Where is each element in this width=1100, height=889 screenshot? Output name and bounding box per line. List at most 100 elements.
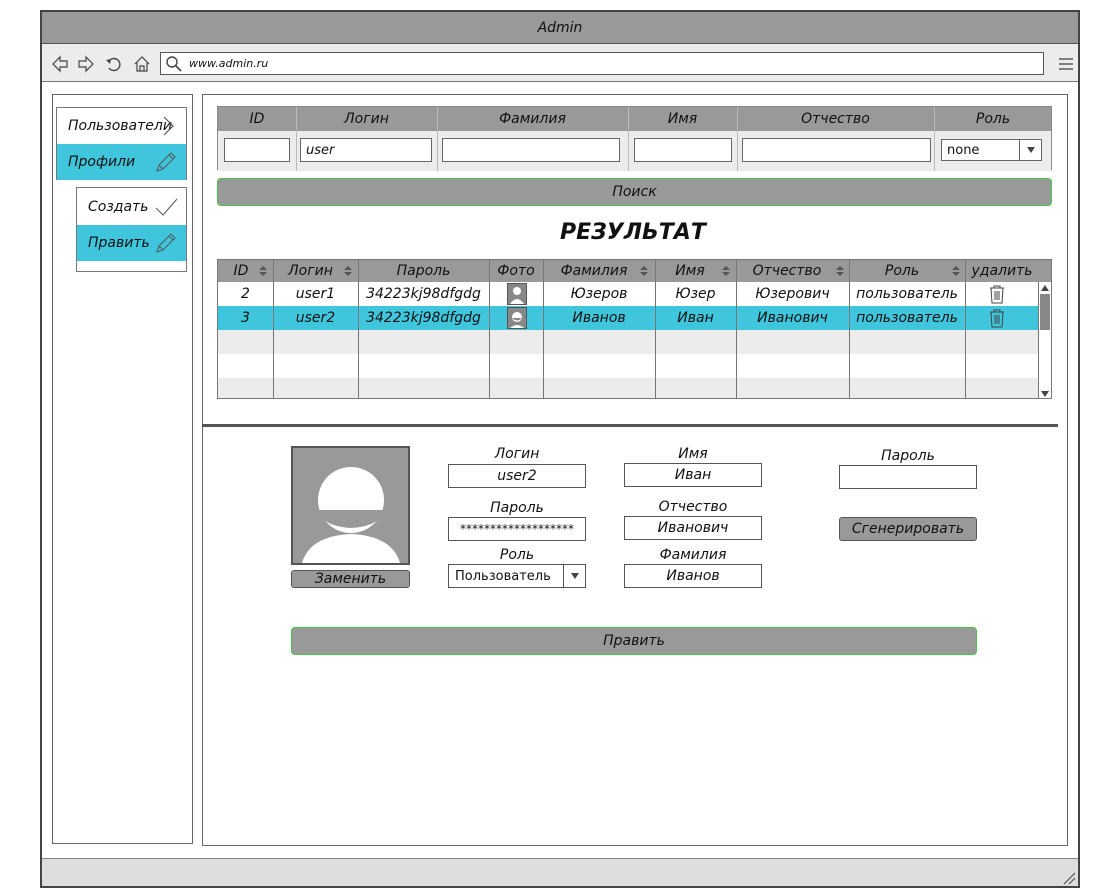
search-button[interactable]: Поиск — [217, 178, 1052, 206]
submenu-item-label: Создать — [88, 199, 149, 215]
sort-icon[interactable] — [343, 265, 353, 277]
patronymic-field[interactable]: Иванович — [624, 516, 762, 540]
chevron-right-icon — [156, 114, 180, 138]
new-password-field[interactable] — [839, 465, 977, 489]
new-password-label: Пароль — [881, 448, 935, 464]
surname-label: Фамилия — [659, 547, 727, 563]
sort-icon[interactable] — [639, 265, 649, 277]
column-divider — [737, 107, 738, 171]
surname-field[interactable]: Иванов — [624, 564, 762, 588]
cell-login: user1 — [295, 286, 336, 302]
save-edit-button[interactable]: Править — [291, 627, 977, 655]
role-select[interactable]: Пользователь — [448, 564, 586, 588]
sort-icon[interactable] — [721, 265, 731, 277]
cell-surname: Иванов — [572, 310, 626, 326]
filter-name-input[interactable] — [634, 138, 732, 162]
column-divider — [437, 107, 438, 171]
sidebar-submenu: Создать Править — [76, 187, 187, 272]
col-header-login[interactable]: Логин — [273, 260, 348, 282]
reload-icon[interactable] — [104, 54, 124, 74]
url-text: www.admin.ru — [189, 57, 269, 70]
filter-id-input[interactable] — [224, 138, 290, 162]
cell-password: 34223kj98dfgdg — [366, 286, 481, 302]
filter-role-select[interactable]: none — [941, 139, 1042, 161]
column-divider — [628, 107, 629, 171]
filter-header-patronymic: Отчество — [801, 111, 870, 127]
filter-header-login: Логин — [344, 111, 389, 127]
avatar — [291, 446, 410, 565]
cell-patronymic: Юзерович — [755, 286, 830, 302]
browser-navbar: www.admin.ru — [42, 44, 1078, 82]
cell-id: 3 — [241, 310, 250, 326]
replace-photo-button[interactable]: Заменить — [291, 570, 410, 588]
col-header-patronymic[interactable]: Отчество — [736, 260, 838, 282]
login-label: Логин — [494, 446, 540, 462]
cell-patronymic: Иванович — [757, 310, 828, 326]
home-icon[interactable] — [132, 54, 152, 74]
cell-surname: Юзеров — [570, 286, 628, 302]
filter-patronymic-input[interactable] — [742, 138, 931, 162]
col-header-password: Пароль — [396, 263, 451, 279]
address-bar[interactable]: www.admin.ru — [160, 52, 1044, 75]
hamburger-menu-icon[interactable] — [1058, 56, 1074, 70]
column-divider — [296, 107, 297, 171]
col-header-name[interactable]: Имя — [655, 260, 725, 282]
scroll-up-icon[interactable] — [1040, 283, 1050, 293]
sort-icon[interactable] — [258, 265, 268, 277]
cell-role: пользователь — [856, 286, 958, 302]
search-icon — [165, 55, 183, 73]
table-row-empty — [218, 354, 1038, 378]
filter-login-input[interactable]: user — [300, 138, 432, 162]
results-scrollbar[interactable] — [1038, 282, 1051, 399]
role-label: Роль — [499, 547, 535, 563]
sidebar-menu: Пользователи Профили — [56, 107, 187, 180]
column-divider — [934, 107, 935, 171]
result-title: РЕЗУЛЬТАТ — [560, 220, 706, 245]
cell-login: user2 — [295, 310, 336, 326]
cell-name: Иван — [677, 310, 714, 326]
results-table: ID Логин Пароль Фото Фамилия Имя Отчеств… — [217, 259, 1052, 399]
password-label: Пароль — [490, 500, 544, 516]
submenu-item-label: Править — [88, 235, 150, 251]
check-icon — [154, 195, 178, 219]
scroll-thumb[interactable] — [1040, 294, 1050, 330]
patronymic-label: Отчество — [658, 499, 728, 515]
submenu-item-edit[interactable]: Править — [77, 225, 186, 261]
pencil-icon — [154, 150, 178, 174]
filter-role-value: none — [947, 142, 980, 158]
scroll-down-icon[interactable] — [1040, 389, 1050, 399]
sidebar-item-users[interactable]: Пользователи — [57, 108, 186, 144]
forward-icon[interactable] — [76, 54, 96, 74]
password-field[interactable]: ******************* — [448, 517, 586, 541]
filter-header-id: ID — [249, 111, 265, 127]
col-header-delete: удалить — [971, 263, 1033, 279]
col-header-photo: Фото — [497, 263, 535, 279]
col-header-surname[interactable]: Фамилия — [543, 260, 645, 282]
section-divider — [202, 424, 1058, 427]
trash-icon[interactable] — [985, 306, 1009, 330]
resize-grip-icon[interactable] — [1062, 870, 1076, 885]
cell-password: 34223kj98dfgdg — [366, 310, 481, 326]
sort-icon[interactable] — [951, 265, 961, 277]
user-photo-icon — [507, 307, 527, 329]
avatar-smiley-icon — [302, 467, 400, 563]
window-title: Admin — [42, 12, 1078, 44]
sidebar-item-profiles[interactable]: Профили — [57, 144, 186, 180]
col-header-role[interactable]: Роль — [849, 260, 955, 282]
caret-down-icon — [563, 565, 585, 587]
back-icon[interactable] — [50, 54, 70, 74]
role-select-value: Пользователь — [455, 568, 551, 584]
cell-name: Юзер — [675, 286, 716, 302]
login-field[interactable]: user2 — [448, 464, 586, 488]
generate-password-button[interactable]: Сгенерировать — [839, 517, 977, 541]
filter-header-role: Роль — [975, 111, 1011, 127]
submenu-item-create[interactable]: Создать — [77, 189, 186, 225]
filter-surname-input[interactable] — [442, 138, 620, 162]
trash-icon[interactable] — [985, 282, 1009, 306]
sidebar-item-label: Профили — [68, 154, 136, 170]
cell-id: 2 — [241, 286, 250, 302]
sort-icon[interactable] — [835, 265, 845, 277]
name-field[interactable]: Иван — [624, 463, 762, 487]
name-label: Имя — [678, 446, 708, 462]
filter-header-name: Имя — [667, 111, 698, 127]
